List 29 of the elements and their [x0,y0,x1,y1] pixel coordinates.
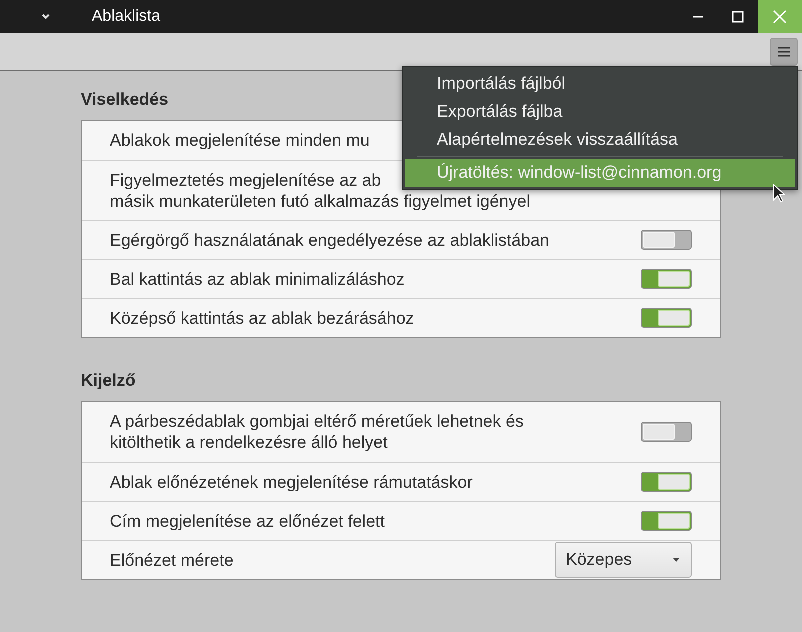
toggle-switch[interactable] [641,511,692,531]
menu-item[interactable]: Alapértelmezések visszaállítása [405,126,795,154]
caret-icon [673,558,681,562]
setting-label: A párbeszédablak gombjai eltérő méretűek lehetnek és [110,411,524,432]
setting-label: Előnézet mérete [110,550,234,570]
size-dropdown[interactable]: Közepes [555,542,692,578]
setting-label: Cím megjelenítése az előnézet felett [110,510,385,532]
setting-label: Ablak előnézetének megjelenítése rámutatáskor [110,472,473,492]
toggle-switch[interactable] [641,422,692,442]
setting-label: Középső kattintás az ablak bezárásához [110,308,414,328]
window-title: Ablaklista [92,8,162,26]
menu-icon [778,46,790,56]
section-heading: Kijelző [81,370,137,392]
menu-item[interactable]: Importálás fájlból [405,70,795,98]
section-heading: Viselkedés [81,89,170,111]
setting-label: kitölthetik a rendelkezésre álló helyet [110,432,388,453]
toggle-switch[interactable] [641,230,692,250]
maximize-icon [732,10,744,22]
menu-button[interactable] [770,38,798,66]
menu-item[interactable]: Exportálás fájlba [405,98,795,126]
close-icon [773,10,787,24]
toggle-switch[interactable] [641,308,692,328]
setting-label: Egérgörgő használatának engedélyezése az ablaklistában [110,230,550,250]
setting-label: Ablakok megjelenítése minden mu [110,130,370,151]
setting-label: Bal kattintás az ablak minimalizáláshoz [110,268,405,290]
setting-label: Figyelmeztetés megjelenítése az ab [110,170,382,190]
toggle-switch[interactable] [641,269,692,289]
toggle-switch[interactable] [641,472,692,492]
setting-label: másik munkaterületen futó alkalmazás figyelmet igényel [110,190,530,212]
